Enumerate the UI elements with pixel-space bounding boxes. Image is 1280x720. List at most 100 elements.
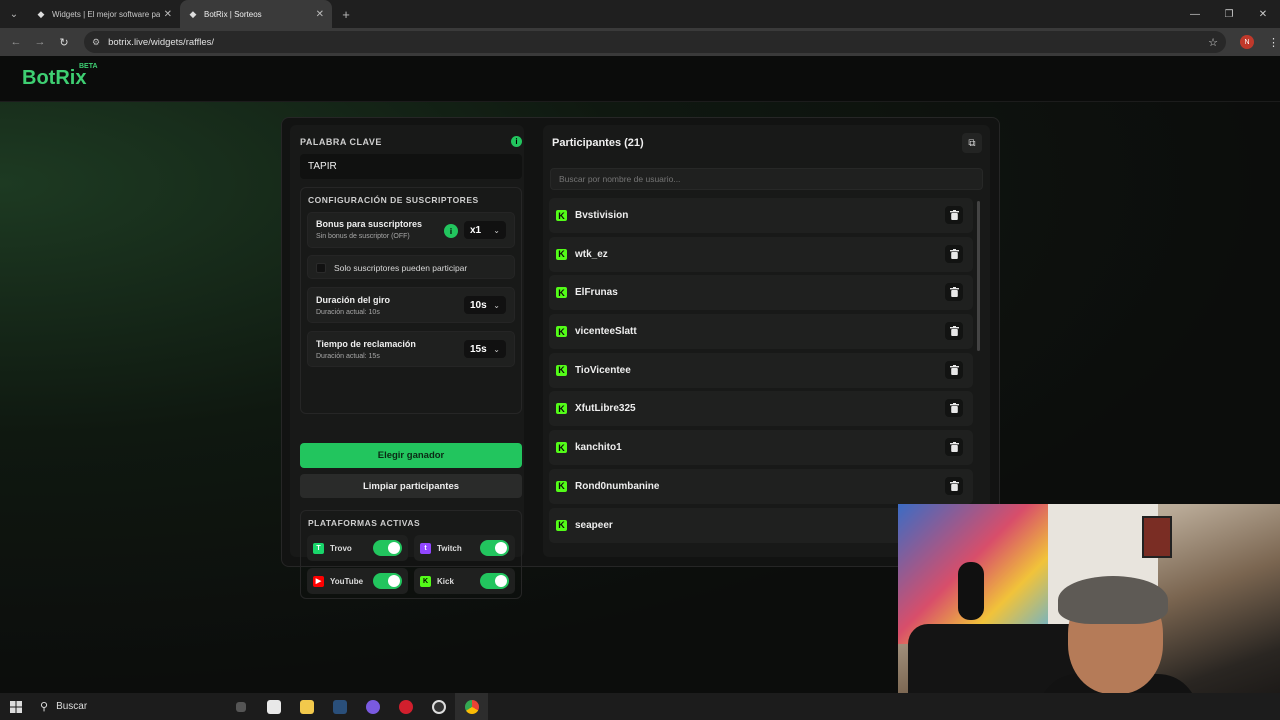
discord-icon[interactable] bbox=[356, 693, 389, 720]
forward-icon[interactable]: → bbox=[28, 36, 52, 48]
platforms-section: PLATAFORMAS ACTIVAS T Trovo t Twitch ▶ Y… bbox=[300, 510, 522, 599]
kick-icon: K bbox=[556, 519, 567, 531]
keyword-label: PALABRA CLAVE bbox=[300, 137, 382, 147]
platforms-title: PLATAFORMAS ACTIVAS bbox=[308, 518, 421, 528]
platform-name: YouTube bbox=[330, 576, 364, 586]
participant-search-input[interactable] bbox=[550, 168, 983, 190]
subscriber-bonus-row: Bonus para suscriptores Sin bonus de sus… bbox=[307, 212, 515, 248]
bonus-title: Bonus para suscriptores bbox=[316, 219, 423, 229]
taskbar-search[interactable]: ⚲ Buscar bbox=[32, 693, 224, 720]
only-subs-label: Solo suscriptores pueden participar bbox=[334, 263, 468, 273]
task-view-icon[interactable] bbox=[224, 693, 257, 720]
trash-icon[interactable] bbox=[945, 283, 963, 302]
youtube-icon: ▶ bbox=[313, 575, 324, 587]
browser-tab-widgets[interactable]: ◆ Widgets | El mejor software pa ✕ bbox=[28, 0, 180, 28]
botrix-favicon-icon: ◆ bbox=[37, 8, 45, 19]
spin-value: 10s bbox=[470, 299, 487, 311]
trash-icon[interactable] bbox=[945, 438, 963, 457]
kick-toggle[interactable] bbox=[480, 573, 509, 589]
trash-icon[interactable] bbox=[945, 360, 963, 379]
profile-avatar[interactable]: N bbox=[1240, 35, 1254, 49]
trash-icon[interactable] bbox=[945, 244, 963, 263]
restore-icon[interactable]: ❐ bbox=[1212, 0, 1246, 28]
participant-name: seapeer bbox=[575, 519, 613, 531]
reload-icon[interactable]: ↻ bbox=[52, 36, 76, 49]
participant-row: K Bvstivision bbox=[549, 198, 973, 233]
participant-name: wtk_ez bbox=[575, 248, 608, 260]
bonus-multiplier-select[interactable]: x1 ⌄ bbox=[464, 221, 506, 239]
platform-trovo: T Trovo bbox=[307, 535, 408, 561]
microphone bbox=[958, 562, 984, 620]
platform-name: Twitch bbox=[437, 543, 462, 553]
only-subs-row[interactable]: Solo suscriptores pueden participar bbox=[307, 255, 515, 279]
taskbar-search-label: Buscar bbox=[56, 701, 88, 712]
browser-tab-sorteos[interactable]: ◆ BotRix | Sorteos ✕ bbox=[180, 0, 332, 28]
trash-icon[interactable] bbox=[945, 322, 963, 341]
back-icon[interactable]: ← bbox=[4, 36, 28, 48]
participants-column: Participantes (21) ⧉ K Bvstivision Kwtk_ez… bbox=[543, 125, 990, 557]
windows-start-icon[interactable] bbox=[0, 693, 32, 720]
url-text: botrix.live/widgets/raffles/ bbox=[108, 36, 215, 48]
only-subs-checkbox[interactable] bbox=[316, 263, 326, 273]
minimize-icon[interactable]: — bbox=[1178, 0, 1212, 28]
participant-list: K Bvstivision Kwtk_ez K ElFrunas KvicenteeSla… bbox=[549, 198, 973, 546]
close-tab-icon[interactable]: ✕ bbox=[164, 9, 172, 20]
obs-icon[interactable] bbox=[422, 693, 455, 720]
chrome-icon[interactable] bbox=[455, 693, 488, 720]
platform-kick: K Kick bbox=[414, 568, 515, 594]
twitch-icon: t bbox=[420, 542, 431, 554]
platform-name: Kick bbox=[437, 576, 454, 586]
kick-icon: K bbox=[420, 575, 431, 587]
opera-icon[interactable] bbox=[389, 693, 422, 720]
bookmark-star-icon[interactable]: ☆ bbox=[1208, 36, 1218, 49]
bonus-info-icon[interactable]: i bbox=[444, 224, 458, 238]
streamer-hair bbox=[1058, 576, 1168, 624]
kick-icon: K bbox=[556, 442, 567, 454]
config-column: PALABRA CLAVE i TAPIR CONFIGURACIÓN DE S… bbox=[290, 125, 524, 599]
trash-icon[interactable] bbox=[945, 399, 963, 418]
claim-subtitle: Duración actual: 15s bbox=[316, 353, 380, 360]
spin-duration-select[interactable]: 10s ⌄ bbox=[464, 296, 506, 314]
kick-icon: K bbox=[556, 326, 567, 338]
participant-row: K XfutLibre325 bbox=[549, 391, 973, 427]
chevron-down-icon: ⌄ bbox=[493, 344, 500, 354]
claim-value: 15s bbox=[470, 343, 487, 355]
claim-title: Tiempo de reclamación bbox=[316, 339, 416, 349]
pick-winner-button[interactable]: Elegir ganador bbox=[300, 443, 522, 468]
webcam-overlay bbox=[898, 504, 1280, 720]
steam-icon[interactable] bbox=[323, 693, 356, 720]
new-tab-button[interactable]: + bbox=[332, 7, 360, 22]
keyword-input[interactable]: TAPIR bbox=[300, 154, 522, 179]
clear-participants-button[interactable]: Limpiar participantes bbox=[300, 474, 522, 498]
youtube-toggle[interactable] bbox=[373, 573, 402, 589]
botrix-logo[interactable]: BotRix BETA bbox=[22, 63, 98, 90]
participant-name: XfutLibre325 bbox=[575, 403, 636, 415]
file-explorer-icon[interactable] bbox=[290, 693, 323, 720]
trash-icon[interactable] bbox=[945, 206, 963, 224]
participant-row: K TioVicentee bbox=[549, 352, 973, 388]
url-bar[interactable]: ⚙ botrix.live/widgets/raffles/ ☆ bbox=[84, 31, 1226, 53]
info-icon[interactable]: i bbox=[511, 136, 522, 147]
chevron-down-icon: ⌄ bbox=[493, 225, 500, 235]
trovo-toggle[interactable] bbox=[373, 540, 402, 556]
site-header: BotRix BETA bbox=[0, 56, 1280, 102]
close-tab-icon[interactable]: ✕ bbox=[316, 9, 324, 20]
copy-icon[interactable]: ⧉ bbox=[962, 133, 982, 153]
trash-icon[interactable] bbox=[945, 476, 963, 495]
participants-title: Participantes (21) bbox=[552, 137, 644, 149]
site-info-icon[interactable]: ⚙ bbox=[92, 37, 100, 48]
claim-time-select[interactable]: 15s ⌄ bbox=[464, 340, 506, 358]
menu-kebab-icon[interactable]: ⋮ bbox=[1268, 36, 1279, 49]
platform-youtube: ▶ YouTube bbox=[307, 568, 408, 594]
participant-row: Kkanchito1 bbox=[549, 430, 973, 466]
kick-icon: K bbox=[556, 248, 567, 260]
participant-name: Rond0numbanine bbox=[575, 480, 660, 492]
tab-search-chevron-icon[interactable]: ⌄ bbox=[0, 0, 28, 28]
bonus-subtitle: Sin bonus de suscriptor (OFF) bbox=[316, 233, 410, 240]
scrollbar[interactable] bbox=[977, 201, 980, 351]
store-icon[interactable] bbox=[257, 693, 290, 720]
twitch-toggle[interactable] bbox=[480, 540, 509, 556]
close-window-icon[interactable]: ✕ bbox=[1246, 0, 1280, 28]
claim-time-row: Tiempo de reclamación Duración actual: 1… bbox=[307, 331, 515, 367]
participant-row: K Rond0numbanine bbox=[549, 468, 973, 504]
